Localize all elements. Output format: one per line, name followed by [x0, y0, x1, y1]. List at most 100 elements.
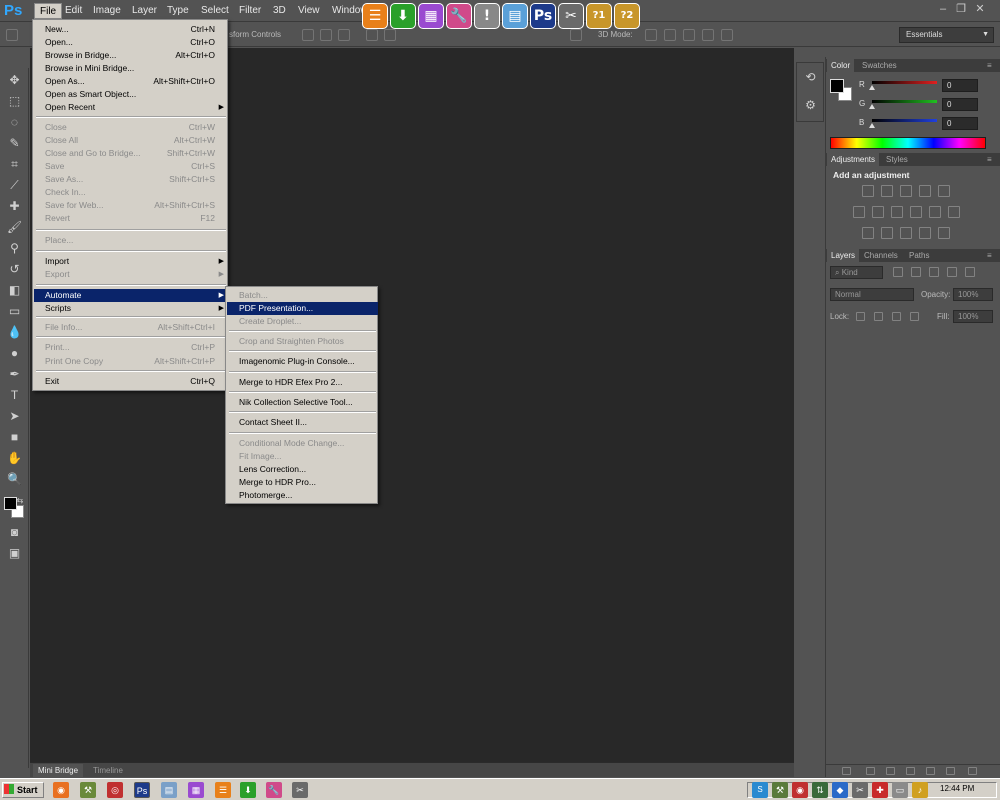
launcher-button-6[interactable]: ▤: [502, 3, 528, 29]
align-vcenter-icon[interactable]: [320, 29, 332, 41]
layer-style-icon[interactable]: [866, 767, 875, 775]
automate-menu-item[interactable]: Merge to HDR Pro...: [227, 476, 378, 489]
curves-icon[interactable]: [900, 185, 912, 197]
lasso-tool-icon[interactable]: ◌: [6, 114, 23, 131]
lock-all-icon[interactable]: [910, 312, 919, 321]
menu-3d[interactable]: 3D: [268, 3, 291, 19]
filter-adjustment-icon[interactable]: [911, 267, 921, 277]
path-selection-tool-icon[interactable]: ➤: [6, 408, 23, 425]
posterize-icon[interactable]: [881, 227, 893, 239]
filter-smart-object-icon[interactable]: [965, 267, 975, 277]
dodge-tool-icon[interactable]: ●: [6, 345, 23, 362]
red-slider[interactable]: [872, 81, 937, 84]
quick-mask-icon[interactable]: ◙: [6, 524, 23, 541]
color-spectrum-ramp[interactable]: [830, 137, 986, 149]
3d-rotate-icon[interactable]: [645, 29, 657, 41]
tab-styles[interactable]: Styles: [882, 153, 912, 166]
quick-select-tool-icon[interactable]: ✎: [6, 135, 23, 152]
threshold-icon[interactable]: [900, 227, 912, 239]
blend-mode-select[interactable]: Normal: [830, 288, 914, 301]
tab-swatches[interactable]: Swatches: [858, 59, 901, 72]
automate-menu-item[interactable]: Nik Collection Selective Tool...: [227, 396, 378, 409]
launcher-button-5[interactable]: !: [474, 3, 500, 29]
launcher-button-7[interactable]: Ps: [530, 3, 556, 29]
antivirus-icon[interactable]: ✚: [872, 782, 888, 798]
grid-app-icon[interactable]: ▦: [188, 782, 204, 798]
hand-tool-icon[interactable]: ✋: [6, 450, 23, 467]
blue-value-field[interactable]: 0: [942, 117, 978, 130]
eraser-tool-icon[interactable]: ◧: [6, 282, 23, 299]
vibrance-icon[interactable]: [938, 185, 950, 197]
clone-stamp-tool-icon[interactable]: ⚲: [6, 240, 23, 257]
green-value-field[interactable]: 0: [942, 98, 978, 111]
close-button[interactable]: ✕: [973, 2, 987, 16]
pen-tool-icon[interactable]: ✒: [6, 366, 23, 383]
automate-menu-item[interactable]: Merge to HDR Efex Pro 2...: [227, 376, 378, 389]
align-bottom-icon[interactable]: [338, 29, 350, 41]
automate-menu-item[interactable]: Contact Sheet II...: [227, 416, 378, 429]
launcher-button-8[interactable]: ✂: [558, 3, 584, 29]
tab-mini-bridge[interactable]: Mini Bridge: [33, 764, 84, 777]
history-panel-icon[interactable]: ⟲: [802, 69, 819, 86]
tab-layers[interactable]: Layers: [827, 249, 860, 262]
green-slider-thumb[interactable]: [869, 104, 875, 109]
color-panel-fg-swatch[interactable]: [830, 79, 844, 93]
lock-position-icon[interactable]: [892, 312, 901, 321]
fill-field[interactable]: 100%: [953, 310, 993, 323]
move-tool-preset-icon[interactable]: [6, 29, 18, 41]
history-brush-tool-icon[interactable]: ↺: [6, 261, 23, 278]
panel-menu-icon[interactable]: ≡: [983, 59, 996, 72]
skype-icon[interactable]: S: [752, 782, 768, 798]
menu-layer[interactable]: Layer: [127, 3, 162, 19]
screen-mode-icon[interactable]: ▣: [6, 545, 23, 562]
move-tool-icon[interactable]: ✥: [6, 72, 23, 89]
file-menu-item[interactable]: Browse in Mini Bridge...: [34, 62, 228, 75]
app-shortcut-icon[interactable]: ◎: [107, 782, 123, 798]
invert-icon[interactable]: [862, 227, 874, 239]
gradient-map-icon[interactable]: [938, 227, 950, 239]
opacity-field[interactable]: 100%: [953, 288, 993, 301]
launcher-button-2[interactable]: ⬇: [390, 3, 416, 29]
type-tool-icon[interactable]: T: [6, 387, 23, 404]
automate-menu-item[interactable]: PDF Presentation...: [227, 302, 378, 315]
trash-icon[interactable]: [968, 767, 977, 775]
layer-kind-filter[interactable]: ⌕ Kind: [830, 266, 883, 279]
file-menu-item[interactable]: Automate ▶: [34, 289, 228, 302]
record-icon[interactable]: ◉: [792, 782, 808, 798]
tray-app-icon[interactable]: ⚒: [772, 782, 788, 798]
new-group-icon[interactable]: [926, 767, 935, 775]
minimize-button[interactable]: –: [936, 2, 950, 16]
firefox-icon[interactable]: ◉: [53, 782, 69, 798]
utility-icon[interactable]: ✂: [292, 782, 308, 798]
workspace-select[interactable]: Essentials ▼: [899, 27, 994, 43]
file-menu-item[interactable]: Exit Ctrl+Q: [34, 375, 228, 388]
zoom-tool-icon[interactable]: 🔍: [6, 471, 23, 488]
display-icon[interactable]: ▭: [892, 782, 908, 798]
tab-paths[interactable]: Paths: [905, 249, 933, 262]
marquee-tool-icon[interactable]: ⬚: [6, 93, 23, 110]
menu-edit[interactable]: Edit: [60, 3, 87, 19]
launcher-icon[interactable]: ☰: [215, 782, 231, 798]
automate-menu-item[interactable]: Photomerge...: [227, 489, 378, 502]
menu-filter[interactable]: Filter: [234, 3, 266, 19]
healing-brush-tool-icon[interactable]: ✚: [6, 198, 23, 215]
levels-icon[interactable]: [881, 185, 893, 197]
blur-tool-icon[interactable]: 💧: [6, 324, 23, 341]
3d-pan-icon[interactable]: [683, 29, 695, 41]
brightness-icon[interactable]: [862, 185, 874, 197]
properties-panel-icon[interactable]: ⚙: [802, 97, 819, 114]
photoshop-taskbar-icon[interactable]: Ps: [134, 782, 150, 798]
foreground-color-swatch[interactable]: [4, 497, 17, 510]
filter-pixel-icon[interactable]: [893, 267, 903, 277]
security-icon[interactable]: ◆: [832, 782, 848, 798]
launcher-button-9[interactable]: ?1: [586, 3, 612, 29]
rectangle-tool-icon[interactable]: ■: [6, 429, 23, 446]
color-balance-icon[interactable]: [872, 206, 884, 218]
wrench-icon[interactable]: 🔧: [266, 782, 282, 798]
tray-tool-icon[interactable]: ✂: [852, 782, 868, 798]
red-slider-thumb[interactable]: [869, 85, 875, 90]
file-menu-item[interactable]: Open as Smart Object...: [34, 88, 228, 101]
filter-type-icon[interactable]: [929, 267, 939, 277]
network-icon[interactable]: ⇅: [812, 782, 828, 798]
tab-channels[interactable]: Channels: [860, 249, 902, 262]
